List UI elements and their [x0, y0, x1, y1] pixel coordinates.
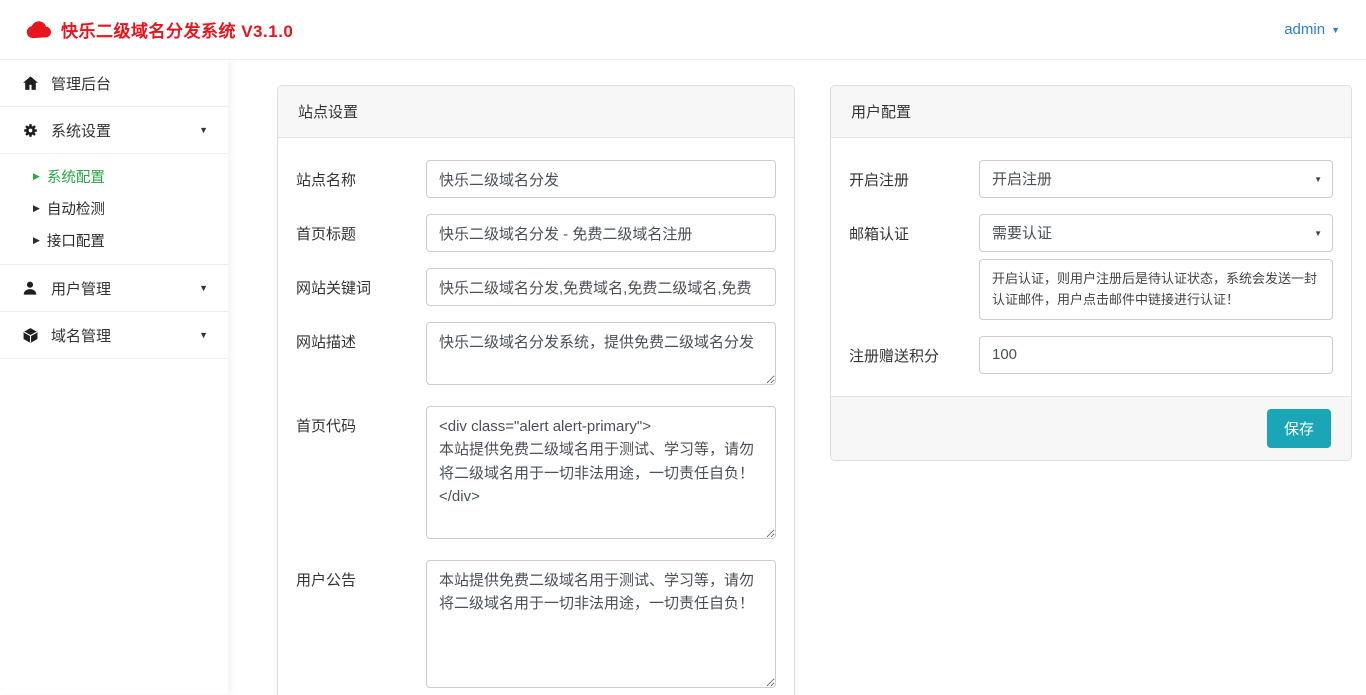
- caret-right-icon: ▶: [33, 235, 40, 246]
- email-verify-row: 邮箱认证 需要认证 ▼ 开启认证，则用户注册后是待认证状态，系统会发送一封认证邮…: [849, 214, 1333, 320]
- email-verify-help-text: 开启认证，则用户注册后是待认证状态，系统会发送一封认证邮件，用户点击邮件中链接进…: [979, 259, 1333, 320]
- gear-icon: [22, 122, 42, 139]
- cube-icon: [22, 327, 42, 344]
- sidebar-item-domain-management[interactable]: 域名管理 ▼: [0, 312, 228, 359]
- system-settings-submenu: ▶ 系统配置 ▶ 自动检测 ▶ 接口配置: [0, 154, 228, 265]
- chevron-down-icon: ▼: [199, 283, 208, 293]
- caret-right-icon: ▶: [33, 203, 40, 214]
- app-title: 快乐二级域名分发系统 V3.1.0: [61, 17, 293, 42]
- brand-logo[interactable]: 快乐二级域名分发系统 V3.1.0: [26, 17, 293, 42]
- register-points-input[interactable]: [979, 336, 1333, 374]
- sidebar-item-label: 系统设置: [51, 120, 111, 141]
- main-content: 站点设置 站点名称 首页标题 网站关键词: [228, 60, 1366, 694]
- description-row: 网站描述 快乐二级域名分发系统，提供免费二级域名分发: [296, 322, 776, 390]
- top-header: 快乐二级域名分发系统 V3.1.0 admin ▼: [0, 0, 1366, 60]
- home-code-textarea[interactable]: <div class="alert alert-primary"> 本站提供免费…: [426, 406, 776, 539]
- user-notice-textarea[interactable]: 本站提供免费二级域名用于测试、学习等，请勿将二级域名用于一切非法用途，一切责任自…: [426, 560, 776, 688]
- home-icon: [22, 75, 42, 92]
- user-dropdown-label: admin: [1284, 21, 1325, 38]
- chevron-down-icon: ▼: [1331, 25, 1340, 35]
- register-toggle-label: 开启注册: [849, 160, 979, 190]
- user-icon: [22, 280, 42, 296]
- sidebar-item-user-management[interactable]: 用户管理 ▼: [0, 265, 228, 312]
- description-label: 网站描述: [296, 322, 426, 352]
- sidebar-item-auto-check[interactable]: ▶ 自动检测: [0, 192, 228, 224]
- user-notice-label: 用户公告: [296, 560, 426, 590]
- register-points-label: 注册赠送积分: [849, 336, 979, 366]
- sidebar-item-api-config[interactable]: ▶ 接口配置: [0, 224, 228, 256]
- email-verify-select[interactable]: 需要认证: [979, 214, 1333, 252]
- sidebar-item-label: 用户管理: [51, 278, 111, 299]
- chevron-down-icon: ▼: [199, 125, 208, 135]
- site-name-input[interactable]: [426, 160, 776, 198]
- register-toggle-select[interactable]: 开启注册: [979, 160, 1333, 198]
- register-points-row: 注册赠送积分: [849, 336, 1333, 374]
- email-verify-label: 邮箱认证: [849, 214, 979, 244]
- keywords-row: 网站关键词: [296, 268, 776, 306]
- cloud-icon: [26, 20, 52, 39]
- sidebar: 管理后台 系统设置 ▼ ▶: [0, 60, 228, 694]
- sidebar-subitem-label: 系统配置: [47, 166, 105, 187]
- chevron-down-icon: ▼: [199, 330, 208, 340]
- description-textarea[interactable]: 快乐二级域名分发系统，提供免费二级域名分发: [426, 322, 776, 385]
- site-name-row: 站点名称: [296, 160, 776, 198]
- home-title-input[interactable]: [426, 214, 776, 252]
- home-code-label: 首页代码: [296, 406, 426, 436]
- site-name-label: 站点名称: [296, 160, 426, 190]
- site-card-title: 站点设置: [278, 86, 794, 138]
- site-settings-card: 站点设置 站点名称 首页标题 网站关键词: [277, 85, 795, 695]
- sidebar-item-label: 域名管理: [51, 325, 111, 346]
- home-title-row: 首页标题: [296, 214, 776, 252]
- sidebar-item-dashboard[interactable]: 管理后台: [0, 60, 228, 107]
- home-code-row: 首页代码 <div class="alert alert-primary"> 本…: [296, 406, 776, 544]
- keywords-label: 网站关键词: [296, 268, 426, 298]
- user-config-card: 用户配置 开启注册 开启注册 ▼ 邮箱认证 需要认证: [830, 85, 1352, 461]
- home-title-label: 首页标题: [296, 214, 426, 244]
- sidebar-subitem-label: 自动检测: [47, 198, 105, 219]
- sidebar-item-system-config[interactable]: ▶ 系统配置: [0, 160, 228, 192]
- user-dropdown[interactable]: admin ▼: [1284, 21, 1340, 38]
- user-notice-row: 用户公告 本站提供免费二级域名用于测试、学习等，请勿将二级域名用于一切非法用途，…: [296, 560, 776, 693]
- keywords-input[interactable]: [426, 268, 776, 306]
- user-card-title: 用户配置: [831, 86, 1351, 138]
- sidebar-item-system-settings[interactable]: 系统设置 ▼: [0, 107, 228, 154]
- sidebar-item-label: 管理后台: [51, 73, 111, 94]
- save-button[interactable]: 保存: [1267, 409, 1331, 448]
- caret-right-icon: ▶: [33, 171, 40, 182]
- user-card-footer: 保存: [831, 396, 1351, 460]
- register-toggle-row: 开启注册 开启注册 ▼: [849, 160, 1333, 198]
- sidebar-subitem-label: 接口配置: [47, 230, 105, 251]
